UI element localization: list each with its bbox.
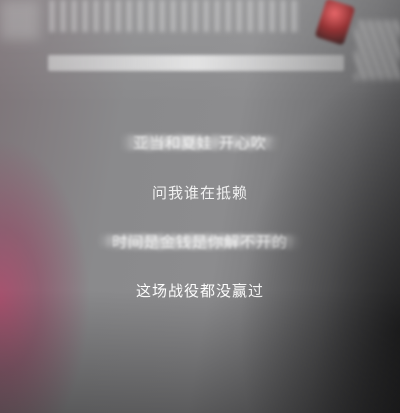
lyric-line-3[interactable]: 时间是金钱是你解不开的 [0, 231, 400, 252]
song-header-blurred [50, 0, 300, 32]
back-button-blurred[interactable] [0, 0, 40, 40]
lyric-line-current[interactable]: 这场战役都没赢过 [0, 280, 400, 301]
song-info-bar-blurred [48, 55, 344, 71]
share-icon[interactable] [355, 20, 400, 80]
album-cover-thumbnail[interactable] [314, 0, 356, 46]
lyric-line-2[interactable]: 问我谁在抵赖 [0, 182, 400, 203]
lyric-line-1[interactable]: 亚当和夏娃 开心吹 [0, 132, 400, 153]
lyrics-screen: 亚当和夏娃 开心吹 问我谁在抵赖 时间是金钱是你解不开的 这场战役都没赢过 [0, 0, 400, 413]
